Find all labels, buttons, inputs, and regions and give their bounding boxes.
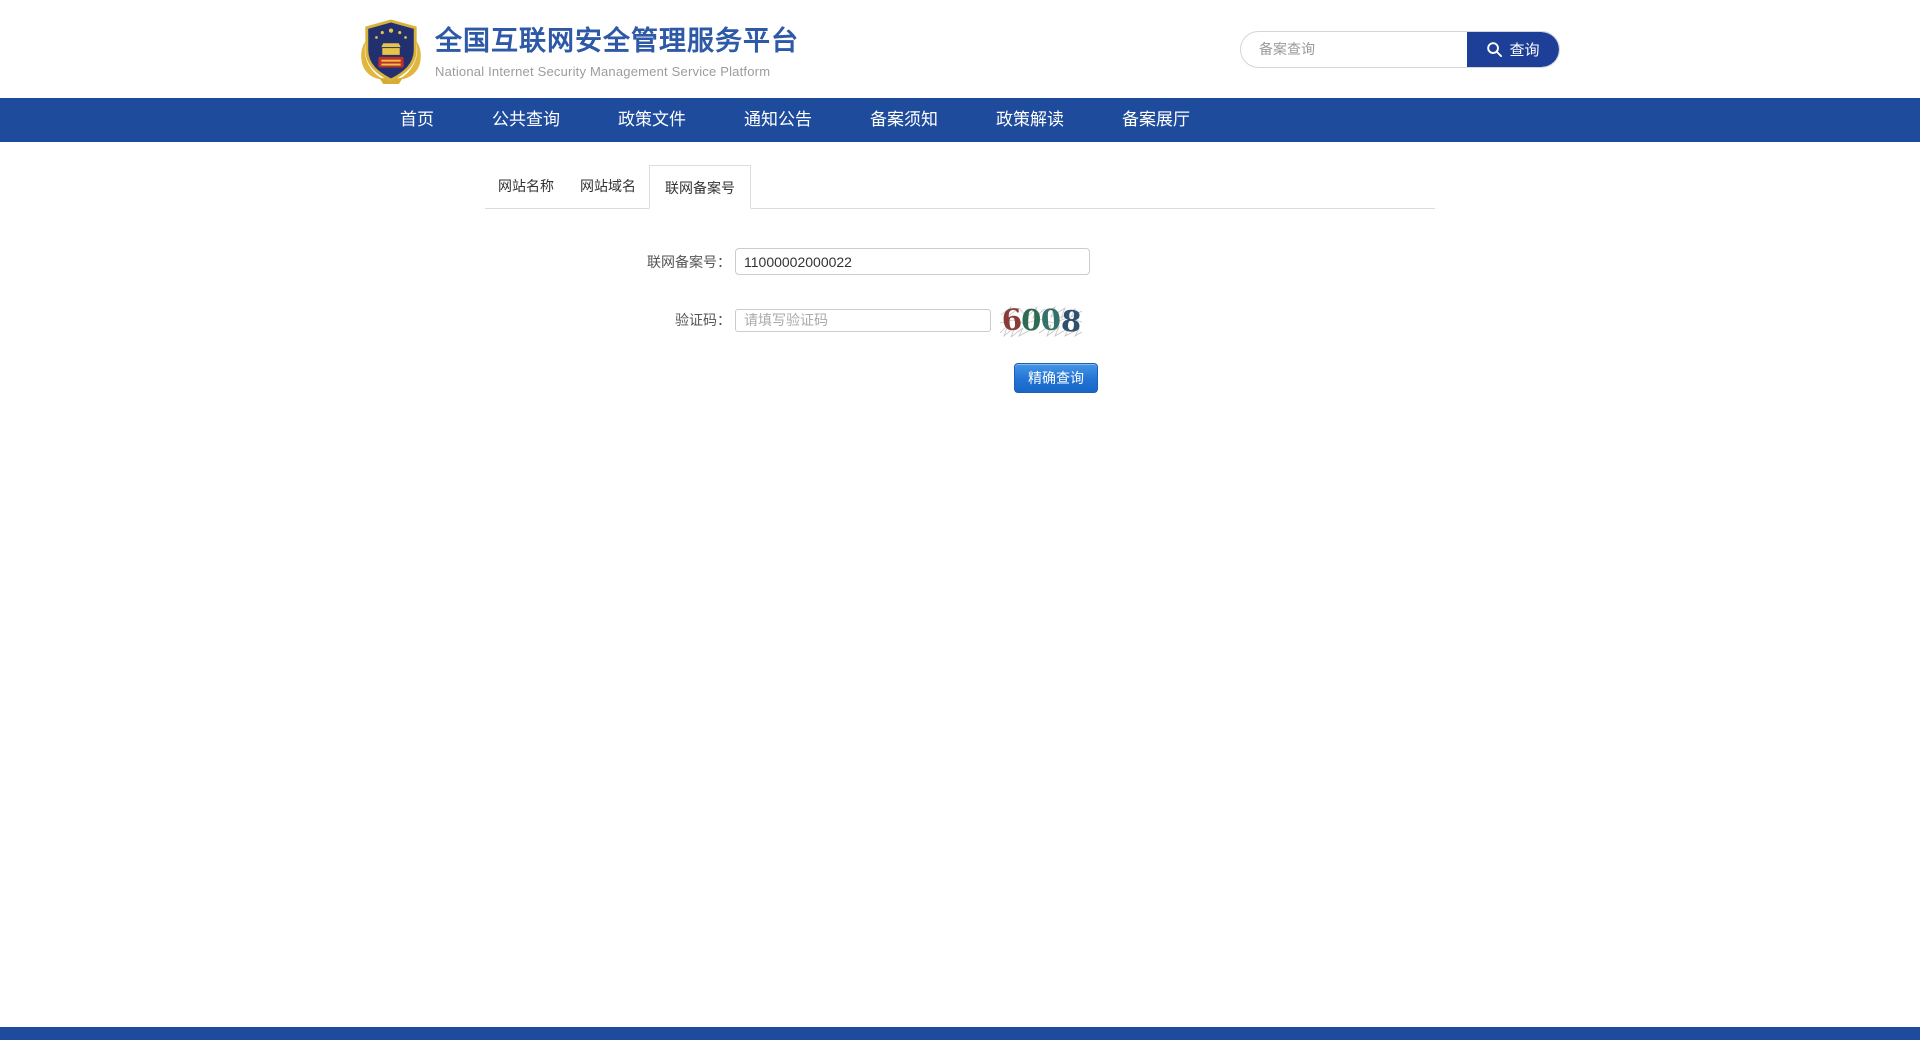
record-number-label: 联网备案号： [485,252,731,272]
nav-item-filing-guide[interactable]: 备案须知 [870,98,938,142]
captcha-label: 验证码： [485,310,731,330]
search-input[interactable] [1241,32,1467,67]
main-nav: 首页 公共查询 政策文件 通知公告 备案须知 政策解读 备案展厅 [0,98,1920,142]
police-badge-logo [360,17,422,85]
record-number-row: 联网备案号： [485,248,1435,275]
tab-site-name[interactable]: 网站名称 [485,165,567,208]
search-button-label: 查询 [1509,39,1539,60]
header-search: 查询 [1240,31,1560,68]
footer-bar [0,1027,1920,1040]
captcha-input[interactable] [735,309,991,332]
captcha-digit: 8 [1060,304,1083,337]
nav-item-policy-interpretation[interactable]: 政策解读 [996,98,1064,142]
search-icon [1486,41,1503,58]
query-panel: 网站名称 网站域名 联网备案号 联网备案号： 验证码： [485,165,1435,393]
nav-item-home[interactable]: 首页 [400,98,434,142]
precise-query-button[interactable]: 精确查询 [1014,363,1098,393]
filing-number-query-form: 联网备案号： 验证码： 6 0 0 [485,209,1435,393]
captcha-row: 验证码： 6 0 0 8 [485,303,1435,337]
nav-item-filing-hall[interactable]: 备案展厅 [1122,98,1190,142]
site-title: 全国互联网安全管理服务平台 [435,19,799,58]
tab-filing-number[interactable]: 联网备案号 [649,165,751,209]
nav-item-notices[interactable]: 通知公告 [744,98,812,142]
submit-row: 精确查询 [485,363,1435,393]
captcha-digit: 0 [1040,303,1062,337]
site-subtitle: National Internet Security Management Se… [435,64,799,79]
record-number-input[interactable] [735,248,1090,275]
page-header: 全国互联网安全管理服务平台 National Internet Security… [0,0,1920,98]
query-tabs: 网站名称 网站域名 联网备案号 [485,165,1435,209]
site-title-block: 全国互联网安全管理服务平台 National Internet Security… [435,19,799,79]
nav-item-public-query[interactable]: 公共查询 [492,98,560,142]
search-button[interactable]: 查询 [1467,32,1559,67]
nav-item-policy-files[interactable]: 政策文件 [618,98,686,142]
captcha-digit: 0 [1020,303,1042,337]
tab-site-domain[interactable]: 网站域名 [567,165,649,208]
captcha-image[interactable]: 6 0 0 8 [999,303,1083,337]
